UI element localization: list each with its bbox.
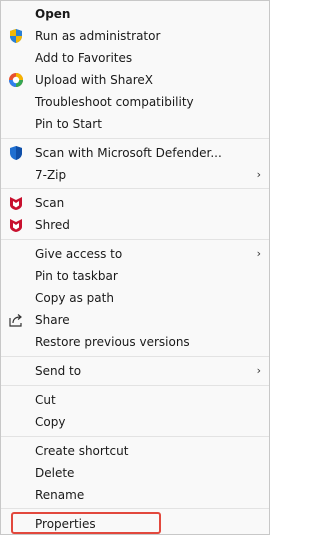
menu-item-copy[interactable]: Copy xyxy=(1,411,269,433)
menu-separator xyxy=(1,508,269,509)
menu-item-label: Troubleshoot compatibility xyxy=(35,95,194,109)
uac-shield-icon xyxy=(8,28,24,44)
menu-separator xyxy=(1,138,269,139)
menu-item-label: Scan with Microsoft Defender... xyxy=(35,146,222,160)
menu-item-run-as-administrator[interactable]: Run as administrator xyxy=(1,25,269,47)
menu-item-label: Share xyxy=(35,313,70,327)
menu-item-upload-with-sharex[interactable]: Upload with ShareX xyxy=(1,69,269,91)
menu-separator xyxy=(1,239,269,240)
menu-item-label: Shred xyxy=(35,218,70,232)
menu-item-share[interactable]: Share xyxy=(1,309,269,331)
menu-item-restore-previous-versions[interactable]: Restore previous versions xyxy=(1,331,269,353)
menu-item-delete[interactable]: Delete xyxy=(1,462,269,484)
mcafee-icon xyxy=(8,195,24,211)
context-menu: Open Run as administrator Add to Favorit… xyxy=(0,0,270,535)
mcafee-icon xyxy=(8,217,24,233)
menu-item-pin-to-taskbar[interactable]: Pin to taskbar xyxy=(1,265,269,287)
menu-item-rename[interactable]: Rename xyxy=(1,484,269,506)
menu-item-scan[interactable]: Scan xyxy=(1,192,269,214)
menu-item-scan-with-defender[interactable]: Scan with Microsoft Defender... xyxy=(1,142,269,164)
menu-item-label: Copy xyxy=(35,415,66,429)
menu-item-label: Create shortcut xyxy=(35,444,129,458)
menu-item-label: Scan xyxy=(35,196,65,210)
menu-item-label: Run as administrator xyxy=(35,29,161,43)
menu-item-label: Restore previous versions xyxy=(35,335,190,349)
properties-highlight-box xyxy=(11,512,161,534)
menu-item-7-zip[interactable]: 7-Zip › xyxy=(1,164,269,186)
menu-item-copy-as-path[interactable]: Copy as path xyxy=(1,287,269,309)
menu-item-label: Give access to xyxy=(35,247,123,261)
chevron-right-icon: › xyxy=(256,168,261,181)
share-icon xyxy=(8,312,24,328)
menu-item-label: 7-Zip xyxy=(35,168,67,182)
defender-shield-icon xyxy=(8,145,24,161)
sharex-icon xyxy=(8,72,24,88)
menu-item-cut[interactable]: Cut xyxy=(1,389,269,411)
menu-item-label: Rename xyxy=(35,488,85,502)
menu-item-label: Add to Favorites xyxy=(35,51,133,65)
menu-item-shred[interactable]: Shred xyxy=(1,214,269,236)
menu-item-label: Pin to taskbar xyxy=(35,269,118,283)
menu-separator xyxy=(1,385,269,386)
menu-item-give-access-to[interactable]: Give access to › xyxy=(1,243,269,265)
menu-item-label: Delete xyxy=(35,466,75,480)
menu-item-troubleshoot-compatibility[interactable]: Troubleshoot compatibility xyxy=(1,91,269,113)
menu-separator xyxy=(1,188,269,189)
menu-item-label: Upload with ShareX xyxy=(35,73,153,87)
menu-item-label: Pin to Start xyxy=(35,117,102,131)
chevron-right-icon: › xyxy=(256,364,261,377)
menu-separator xyxy=(1,356,269,357)
menu-item-send-to[interactable]: Send to › xyxy=(1,360,269,382)
menu-item-pin-to-start[interactable]: Pin to Start xyxy=(1,113,269,135)
menu-item-add-to-favorites[interactable]: Add to Favorites xyxy=(1,47,269,69)
menu-item-label: Open xyxy=(35,7,71,21)
menu-item-open[interactable]: Open xyxy=(1,3,269,25)
menu-item-label: Send to xyxy=(35,364,82,378)
menu-separator xyxy=(1,436,269,437)
chevron-right-icon: › xyxy=(256,247,261,260)
menu-item-label: Copy as path xyxy=(35,291,114,305)
menu-item-create-shortcut[interactable]: Create shortcut xyxy=(1,440,269,462)
menu-item-label: Cut xyxy=(35,393,56,407)
